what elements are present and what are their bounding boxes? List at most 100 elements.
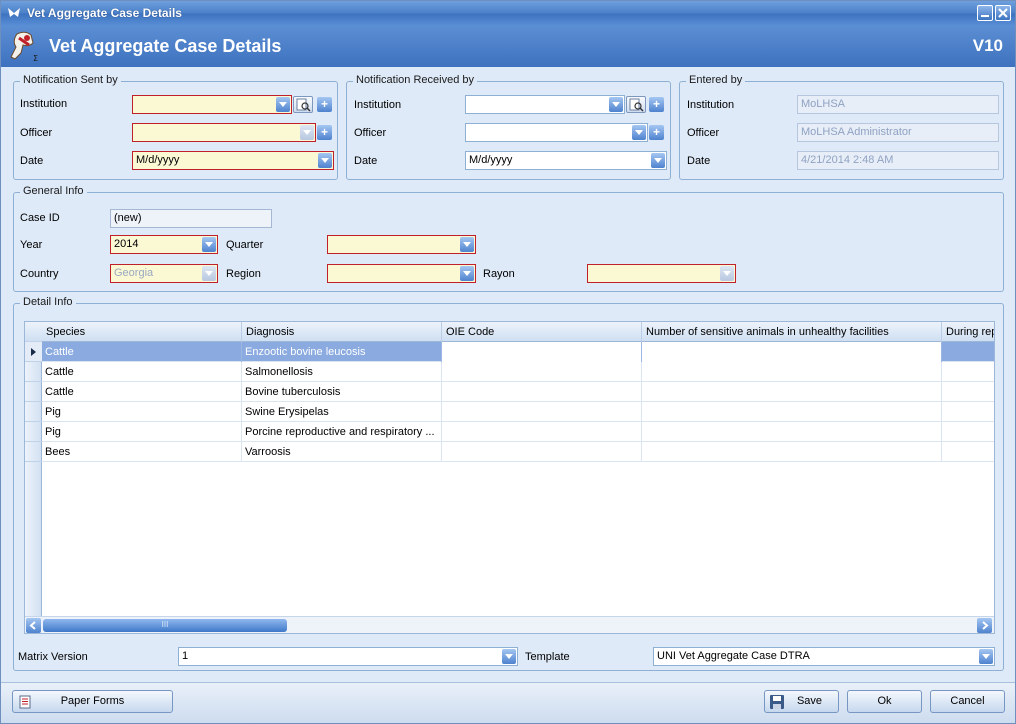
group-title: Notification Sent by (20, 74, 121, 86)
row-selector[interactable] (25, 422, 42, 442)
cell-diagnosis[interactable]: Enzootic bovine leucosis (242, 342, 442, 362)
cell-oie-code[interactable] (442, 442, 642, 462)
cell-sensitive-animals[interactable] (642, 402, 942, 422)
received-date-picker[interactable]: M/d/yyyy (465, 151, 667, 170)
sent-date-picker[interactable]: M/d/yyyy (132, 151, 334, 170)
received-officer-add-button[interactable]: + (649, 125, 664, 140)
country-select[interactable]: Georgia (110, 264, 218, 283)
scroll-thumb[interactable]: III (43, 619, 287, 632)
cell-species[interactable]: Cattle (42, 382, 242, 402)
table-row[interactable]: Cattle Enzootic bovine leucosis (25, 342, 994, 362)
cell-during-report[interactable] (942, 402, 994, 422)
cell-sensitive-animals[interactable] (642, 342, 942, 362)
scroll-right-button[interactable] (977, 618, 992, 633)
title-bar[interactable]: Vet Aggregate Case Details (1, 1, 1015, 26)
cell-oie-code[interactable] (442, 362, 642, 382)
row-selector[interactable] (25, 382, 42, 402)
cell-sensitive-animals[interactable] (642, 382, 942, 402)
row-selector[interactable] (25, 442, 42, 462)
column-header-diagnosis[interactable]: Diagnosis (242, 322, 442, 342)
sent-institution-select[interactable] (132, 95, 292, 114)
cell-during-report[interactable] (942, 382, 994, 402)
cell-species[interactable]: Cattle (42, 342, 242, 362)
table-row[interactable]: Bees Varroosis (25, 442, 994, 462)
column-header-oie-code[interactable]: OIE Code (442, 322, 642, 342)
lookup-icon (629, 98, 644, 112)
row-selector[interactable] (25, 362, 42, 382)
sent-officer-add-button[interactable]: + (317, 125, 332, 140)
chevron-down-icon[interactable] (460, 237, 474, 252)
entered-institution-label: Institution (687, 99, 735, 111)
footer-bar: Paper Forms Save Ok Cancel (1, 682, 1015, 723)
cell-species[interactable]: Pig (42, 402, 242, 422)
chevron-down-icon[interactable] (502, 649, 516, 664)
cell-oie-code[interactable] (442, 422, 642, 442)
column-header-species[interactable]: Species (42, 322, 242, 342)
cell-sensitive-animals[interactable] (642, 442, 942, 462)
chevron-down-icon[interactable] (720, 266, 734, 281)
sent-institution-add-button[interactable]: + (317, 97, 332, 112)
chevron-down-icon[interactable] (202, 237, 216, 252)
cell-oie-code[interactable] (442, 342, 642, 362)
chevron-down-icon[interactable] (609, 97, 623, 112)
received-institution-select[interactable] (465, 95, 625, 114)
chevron-down-icon[interactable] (460, 266, 474, 281)
cell-species[interactable]: Cattle (42, 362, 242, 382)
cell-diagnosis[interactable]: Varroosis (242, 442, 442, 462)
year-select[interactable]: 2014 (110, 235, 218, 254)
cell-during-report[interactable] (942, 342, 994, 362)
cell-diagnosis[interactable]: Bovine tuberculosis (242, 382, 442, 402)
table-row[interactable]: Cattle Salmonellosis (25, 362, 994, 382)
minimize-icon (981, 15, 989, 17)
page-title: Vet Aggregate Case Details (49, 36, 282, 56)
matrix-version-select[interactable]: 1 (178, 647, 518, 666)
chevron-down-icon[interactable] (979, 649, 993, 664)
template-select[interactable]: UNI Vet Aggregate Case DTRA (653, 647, 995, 666)
column-header-during-report[interactable]: During rep (942, 322, 994, 342)
row-selector[interactable] (25, 342, 42, 362)
horizontal-scrollbar[interactable]: III (25, 616, 994, 633)
sent-institution-lookup-button[interactable] (293, 96, 313, 113)
region-select[interactable] (327, 264, 476, 283)
cell-during-report[interactable] (942, 422, 994, 442)
cell-diagnosis[interactable]: Swine Erysipelas (242, 402, 442, 422)
chevron-down-icon[interactable] (632, 125, 646, 140)
save-button[interactable]: Save (764, 690, 839, 713)
ok-button[interactable]: Ok (847, 690, 922, 713)
cell-during-report[interactable] (942, 442, 994, 462)
detail-grid[interactable]: Species Diagnosis OIE Code Number of sen… (24, 321, 995, 634)
cell-during-report[interactable] (942, 362, 994, 382)
cell-diagnosis[interactable]: Porcine reproductive and respiratory ... (242, 422, 442, 442)
minimize-button[interactable] (977, 5, 993, 21)
table-row[interactable]: Pig Porcine reproductive and respiratory… (25, 422, 994, 442)
cell-diagnosis[interactable]: Salmonellosis (242, 362, 442, 382)
received-officer-select[interactable] (465, 123, 648, 142)
row-selector[interactable] (25, 402, 42, 422)
close-button[interactable] (995, 5, 1011, 21)
column-header-sensitive-animals[interactable]: Number of sensitive animals in unhealthy… (642, 322, 942, 342)
cell-oie-code[interactable] (442, 402, 642, 422)
sent-officer-select[interactable] (132, 123, 316, 142)
chevron-down-icon[interactable] (202, 266, 216, 281)
scroll-left-button[interactable] (26, 618, 41, 633)
table-row[interactable]: Cattle Bovine tuberculosis (25, 382, 994, 402)
chevron-down-icon[interactable] (300, 125, 314, 140)
chevron-down-icon[interactable] (318, 153, 332, 168)
rayon-select[interactable] (587, 264, 736, 283)
cell-species[interactable]: Bees (42, 442, 242, 462)
table-row[interactable]: Pig Swine Erysipelas (25, 402, 994, 422)
plus-icon: + (320, 97, 328, 111)
matrix-version-label: Matrix Version (18, 651, 88, 663)
cell-sensitive-animals[interactable] (642, 422, 942, 442)
cell-sensitive-animals[interactable] (642, 362, 942, 382)
cancel-button[interactable]: Cancel (930, 690, 1005, 713)
quarter-select[interactable] (327, 235, 476, 254)
entered-officer-label: Officer (687, 127, 720, 139)
chevron-down-icon[interactable] (276, 97, 290, 112)
cell-species[interactable]: Pig (42, 422, 242, 442)
chevron-down-icon[interactable] (651, 153, 665, 168)
cell-oie-code[interactable] (442, 382, 642, 402)
paper-forms-button[interactable]: Paper Forms (12, 690, 173, 713)
received-institution-lookup-button[interactable] (626, 96, 646, 113)
received-institution-add-button[interactable]: + (649, 97, 664, 112)
